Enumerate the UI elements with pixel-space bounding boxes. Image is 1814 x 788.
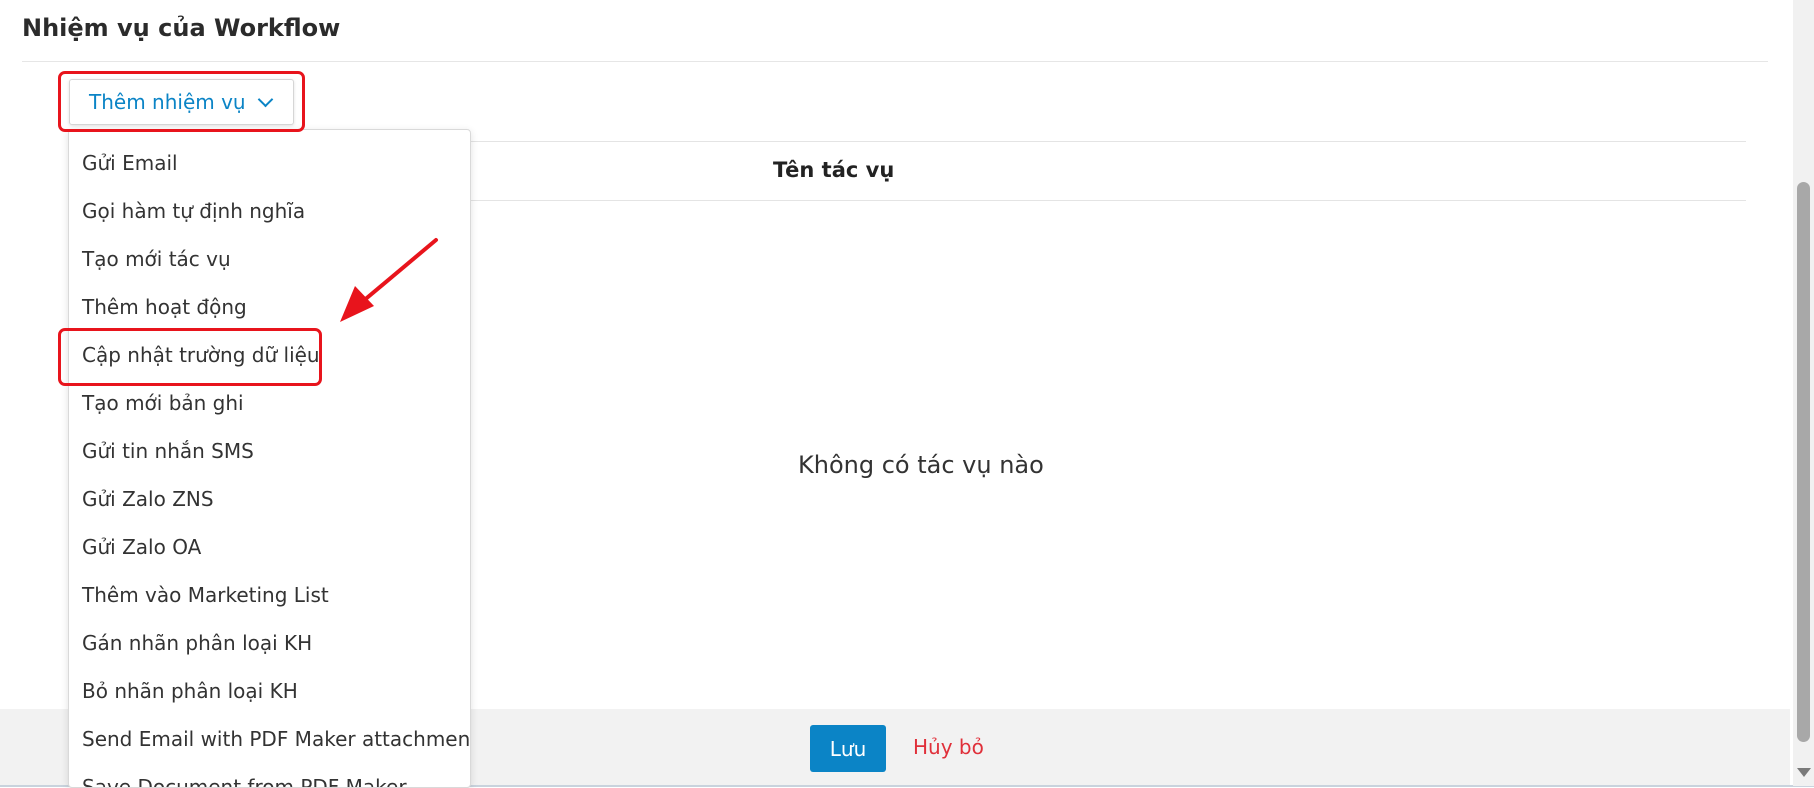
chevron-down-icon — [257, 91, 273, 108]
menu-item-call-custom-function[interactable]: Gọi hàm tự định nghĩa — [82, 198, 305, 224]
add-task-label: Thêm nhiệm vụ — [89, 90, 246, 114]
menu-item-send-zalo-oa[interactable]: Gửi Zalo OA — [82, 534, 201, 560]
scroll-down-arrow-icon[interactable] — [1797, 768, 1811, 777]
menu-item-send-sms[interactable]: Gửi tin nhắn SMS — [82, 438, 254, 464]
title-divider — [22, 61, 1768, 62]
page-title: Nhiệm vụ của Workflow — [22, 14, 341, 42]
menu-item-send-email[interactable]: Gửi Email — [82, 150, 178, 176]
column-header-task-name: Tên tác vụ — [773, 158, 895, 182]
empty-state-message: Không có tác vụ nào — [798, 451, 1044, 479]
add-task-button[interactable]: Thêm nhiệm vụ — [69, 79, 294, 125]
menu-item-save-document-pdf-maker[interactable]: Save Document from PDF Maker — [82, 774, 407, 787]
menu-item-create-task[interactable]: Tạo mới tác vụ — [82, 246, 231, 272]
save-button[interactable]: Lưu — [810, 725, 886, 772]
menu-item-add-activity[interactable]: Thêm hoạt động — [82, 294, 247, 320]
menu-item-remove-customer-tag[interactable]: Bỏ nhãn phân loại KH — [82, 678, 298, 704]
cancel-button[interactable]: Hủy bỏ — [913, 735, 984, 759]
menu-item-create-record[interactable]: Tạo mới bản ghi — [82, 390, 244, 416]
menu-item-send-zalo-zns[interactable]: Gửi Zalo ZNS — [82, 486, 214, 512]
add-task-dropdown-menu: Gửi Email Gọi hàm tự định nghĩa Tạo mới … — [68, 129, 471, 788]
menu-item-send-email-pdf-maker[interactable]: Send Email with PDF Maker attachments — [82, 726, 470, 752]
scrollbar-thumb[interactable] — [1797, 182, 1810, 742]
menu-item-update-fields[interactable]: Cập nhật trường dữ liệu — [82, 342, 320, 368]
menu-item-add-to-marketing-list[interactable]: Thêm vào Marketing List — [82, 582, 329, 608]
table-header-divider — [470, 200, 1746, 201]
table-top-divider — [470, 141, 1746, 142]
menu-item-assign-customer-tag[interactable]: Gán nhãn phân loại KH — [82, 630, 312, 656]
